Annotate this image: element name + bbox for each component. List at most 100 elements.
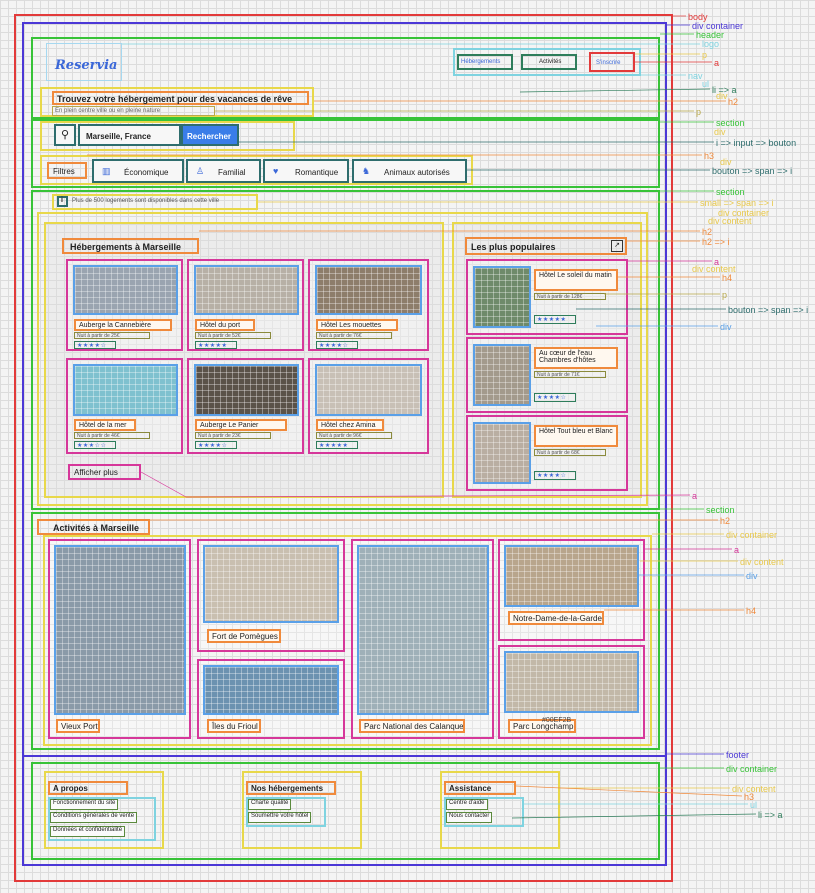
signup-button[interactable]: S'inscrire xyxy=(589,52,635,72)
hebergement-price: Nuit à partir de 96€ xyxy=(316,432,392,439)
hebergement-name: Hôtel de la mer xyxy=(74,419,136,431)
activity-card[interactable]: Vieux Port xyxy=(48,539,191,739)
heart-icon: ♥ xyxy=(273,166,279,176)
footer-link[interactable]: Soumettre votre hôtel xyxy=(248,812,312,823)
annotation-label: div content xyxy=(708,216,752,226)
footer-link[interactable]: Conditions générales de vente xyxy=(50,812,138,823)
annotation-label: h2 => i xyxy=(702,237,730,247)
search-button[interactable]: Rechercher xyxy=(181,124,239,146)
hero-title: Trouvez votre hébergement pour des vacan… xyxy=(52,91,309,105)
popular-card[interactable]: Hôtel Tout bleu et Blanc Nuit à partir d… xyxy=(466,415,628,491)
popular-card[interactable]: Au cœur de l'eau Chambres d'hôtes Nuit à… xyxy=(466,337,628,413)
filter-economique-button[interactable]: ▥ Économique xyxy=(92,159,184,183)
hebergement-photo xyxy=(73,364,178,416)
hero-subtitle-text: En plein centre ville ou en pleine natur… xyxy=(55,108,161,114)
footer-col-title: A propos xyxy=(53,784,88,793)
annotation-label: footer xyxy=(726,750,750,760)
activity-photo xyxy=(504,545,639,607)
hebergement-name: Auberge la Cannebière xyxy=(74,319,172,331)
rating-stars: ★★★★☆ xyxy=(534,471,576,480)
footer-link[interactable]: Centre d'aide xyxy=(446,799,488,810)
hebergement-photo xyxy=(315,364,422,416)
nav-activites[interactable]: Activités xyxy=(521,54,577,70)
hero-subtitle: En plein centre ville ou en pleine natur… xyxy=(52,106,215,116)
hebergement-card[interactable]: Hôtel Les mouettes Nuit à partir de 76€ … xyxy=(308,259,429,351)
hebergement-photo xyxy=(73,265,178,315)
annotation-label: div xyxy=(716,91,728,101)
dog-icon: ♞ xyxy=(362,166,371,176)
hebergement-name: Hôtel du port xyxy=(195,319,255,331)
activity-card[interactable]: Parc Longchamp xyxy=(498,645,645,739)
hebergement-price: Nuit à partir de 25€ xyxy=(74,332,150,339)
activites-title: Activités à Marseille xyxy=(37,519,150,535)
footer-link[interactable]: Nous contacter xyxy=(446,812,493,823)
afficher-plus-link[interactable]: Afficher plus xyxy=(68,464,141,480)
activity-name: Fort de Pomègues xyxy=(207,629,281,643)
location-icon-box: ⚲ xyxy=(54,124,76,146)
rating-stars: ★★★★★ xyxy=(534,315,576,324)
hebergement-card[interactable]: Hôtel du port Nuit à partir de 52€ ★★★★★ xyxy=(187,259,304,351)
rating-stars: ★★★★☆ xyxy=(195,441,237,449)
filter-animaux-button[interactable]: ♞ Animaux autorisés xyxy=(352,159,467,183)
hebergement-card[interactable]: Auberge la Cannebière Nuit à partir de 2… xyxy=(66,259,183,351)
popular-photo xyxy=(473,344,531,406)
footer-link[interactable]: Charte qualité xyxy=(248,799,292,810)
annotation-label: h2 xyxy=(720,516,731,526)
logo-text: Reservia xyxy=(55,58,118,73)
annotation-label: div content xyxy=(740,557,784,567)
annotation-label: p xyxy=(702,50,708,60)
trend-chart-icon: ↗ xyxy=(611,240,623,252)
annotation-label: section xyxy=(706,505,735,515)
hebergement-photo xyxy=(194,364,299,416)
nav-hebergements[interactable]: Hébergements xyxy=(457,54,513,70)
footer-link[interactable]: Fonctionnement du site xyxy=(50,799,119,810)
popular-card[interactable]: Hôtel Le soleil du matin Nuit à partir d… xyxy=(466,259,628,335)
hebergement-price: Nuit à partir de 46€ xyxy=(74,432,150,439)
popular-name: Au cœur de l'eau Chambres d'hôtes xyxy=(534,347,618,369)
popular-price: Nuit à partir de 68€ xyxy=(534,449,606,456)
popular-name: Hôtel Tout bleu et Blanc xyxy=(534,425,618,447)
annotation-label: h2 xyxy=(702,227,713,237)
annotation-label: h4 xyxy=(746,606,757,616)
hebergement-card[interactable]: Auberge Le Panier Nuit à partir de 23€ ★… xyxy=(187,358,304,454)
filters-label-box: Filtres xyxy=(47,162,87,179)
rating-stars: ★★★★☆ xyxy=(74,341,116,349)
activity-card[interactable]: Parc National des Calanques xyxy=(351,539,494,739)
activity-photo xyxy=(203,545,339,623)
nav-hebergements-label: Hébergements xyxy=(461,59,501,65)
annotation-label: div container xyxy=(726,764,778,774)
search-button-label: Rechercher xyxy=(187,132,232,141)
activity-card[interactable]: Notre-Dame-de-la-Garde xyxy=(498,539,645,641)
activity-name: Vieux Port xyxy=(56,719,100,733)
hebergement-card[interactable]: Hôtel de la mer Nuit à partir de 46€ ★★★… xyxy=(66,358,183,454)
location-input[interactable]: Marseille, France xyxy=(78,124,181,146)
activites-title-text: Activités à Marseille xyxy=(53,523,140,533)
rating-stars: ★★★★☆ xyxy=(534,393,576,402)
signup-label: S'inscrire xyxy=(596,60,621,66)
annotation-label: a xyxy=(714,58,720,68)
annotation-label: bouton => span => i xyxy=(728,305,809,315)
filter-familial-button[interactable]: ♙ Familial xyxy=(186,159,261,183)
footer-col-title: Assistance xyxy=(449,784,492,793)
activity-name: Notre-Dame-de-la-Garde xyxy=(508,611,604,625)
hebergement-card[interactable]: Hôtel chez Amina Nuit à partir de 96€ ★★… xyxy=(308,358,429,454)
filter-romantique-button[interactable]: ♥ Romantique xyxy=(263,159,349,183)
annotation-label: h4 xyxy=(722,273,733,283)
location-value: Marseille, France xyxy=(86,132,151,141)
rating-stars: ★★★☆☆ xyxy=(74,441,116,449)
footer-col-title-box: Assistance xyxy=(444,781,516,795)
hebergement-photo xyxy=(315,265,422,315)
annotation-label: div container xyxy=(726,530,778,540)
footer-col-title-box: Nos hébergements xyxy=(246,781,336,795)
hex-color-label: #00EF2B xyxy=(542,717,572,724)
logo[interactable]: Reservia xyxy=(46,43,122,81)
hebergement-name: Hôtel chez Amina xyxy=(316,419,384,431)
activity-card[interactable]: Îles du Frioul xyxy=(197,659,345,739)
filter-economique-label: Économique xyxy=(124,168,169,177)
annotation-label: ul xyxy=(702,79,710,89)
popular-photo xyxy=(473,422,531,484)
info-icon: i xyxy=(57,196,68,207)
activity-card[interactable]: Fort de Pomègues xyxy=(197,539,345,652)
footer-link[interactable]: Données et confidentialité xyxy=(50,826,126,837)
filter-romantique-label: Romantique xyxy=(295,168,339,177)
